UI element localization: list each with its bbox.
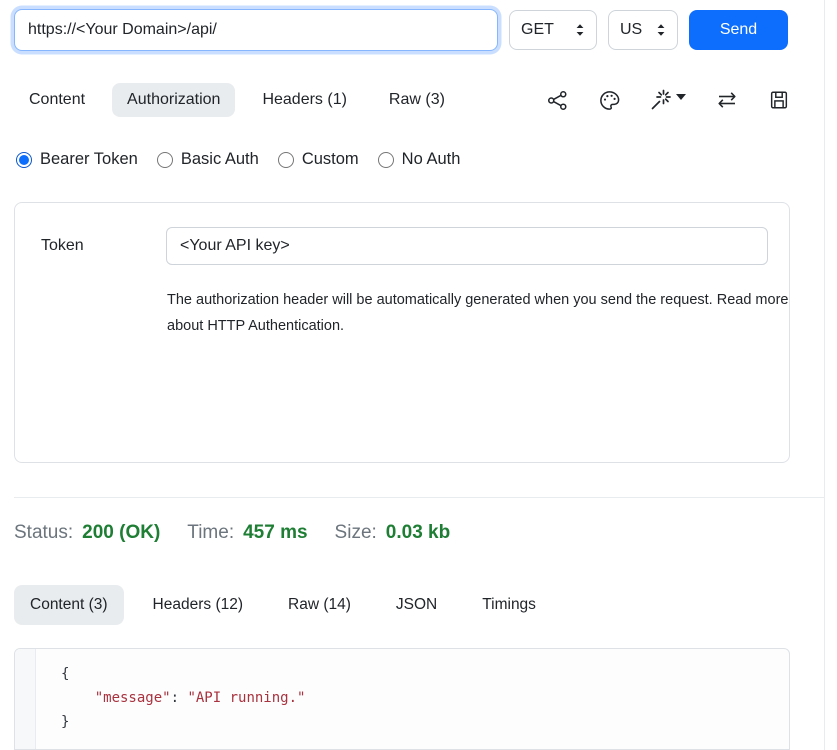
radio-custom[interactable]: Custom: [278, 150, 359, 169]
size-label: Size:: [335, 522, 377, 544]
radio-label: Basic Auth: [181, 150, 259, 169]
send-button[interactable]: Send: [689, 10, 788, 50]
radio-button-icon: [16, 152, 32, 168]
resp-tab-raw[interactable]: Raw (14): [272, 585, 367, 625]
select-updown-icon: [575, 23, 585, 37]
radio-label: No Auth: [402, 150, 461, 169]
method-select-value: GET: [521, 21, 554, 39]
radio-label: Custom: [302, 150, 359, 169]
radio-label: Bearer Token: [40, 150, 138, 169]
json-value: "API running.": [187, 690, 305, 706]
size-value: 0.03 kb: [386, 522, 450, 544]
token-help-line1: The authorization header will be automat…: [167, 287, 788, 313]
request-bar: GET US Send: [14, 9, 790, 51]
token-panel: Token The authorization header will be a…: [14, 202, 790, 463]
resp-tab-headers[interactable]: Headers (12): [137, 585, 259, 625]
radio-button-icon: [378, 152, 394, 168]
swap-arrows-icon[interactable]: [715, 89, 739, 111]
radio-button-icon: [157, 152, 173, 168]
share-nodes-icon[interactable]: [546, 89, 569, 112]
chevron-down-icon: [676, 94, 686, 100]
status-label: Status:: [14, 522, 73, 544]
time-value: 457 ms: [243, 522, 307, 544]
resp-tab-json[interactable]: JSON: [380, 585, 453, 625]
region-select[interactable]: US: [608, 10, 678, 50]
url-input[interactable]: [14, 9, 498, 51]
size-item: Size: 0.03 kb: [335, 522, 451, 544]
radio-no-auth[interactable]: No Auth: [378, 150, 461, 169]
page-right-divider: [824, 0, 825, 750]
token-help-text: The authorization header will be automat…: [167, 287, 788, 339]
json-close-brace: }: [61, 714, 69, 730]
response-summary: Status: 200 (OK) Time: 457 ms Size: 0.03…: [14, 522, 450, 544]
request-tabs: Content Authorization Headers (1) Raw (3…: [14, 83, 460, 117]
auth-type-options: Bearer Token Basic Auth Custom No Auth: [16, 150, 460, 169]
select-updown-icon: [656, 23, 666, 37]
save-icon[interactable]: [768, 89, 790, 111]
status-value: 200 (OK): [82, 522, 160, 544]
response-body-code-block: { "message": "API running." }: [14, 648, 790, 750]
response-tabs: Content (3) Headers (12) Raw (14) JSON T…: [14, 585, 552, 625]
tab-authorization[interactable]: Authorization: [112, 83, 235, 117]
request-tabs-row: Content Authorization Headers (1) Raw (3…: [14, 83, 790, 117]
method-select[interactable]: GET: [509, 10, 597, 50]
json-separator: :: [171, 690, 188, 706]
json-key: "message": [95, 690, 171, 706]
radio-basic-auth[interactable]: Basic Auth: [157, 150, 259, 169]
status-item: Status: 200 (OK): [14, 522, 160, 544]
request-toolbar: [546, 89, 790, 112]
tab-headers[interactable]: Headers (1): [247, 83, 361, 117]
json-open-brace: {: [61, 666, 69, 682]
time-item: Time: 457 ms: [187, 522, 307, 544]
magic-wand-dropdown-icon[interactable]: [650, 89, 686, 111]
time-label: Time:: [187, 522, 234, 544]
response-section-divider: [14, 497, 824, 498]
token-label: Token: [41, 237, 84, 255]
response-json: { "message": "API running." }: [36, 649, 305, 749]
token-input[interactable]: [166, 227, 768, 265]
tab-raw[interactable]: Raw (3): [374, 83, 460, 117]
region-select-value: US: [620, 21, 642, 39]
radio-button-icon: [278, 152, 294, 168]
token-help-line2: about HTTP Authentication.: [167, 313, 788, 339]
code-gutter: [15, 649, 36, 749]
tab-content[interactable]: Content: [14, 83, 100, 117]
resp-tab-content[interactable]: Content (3): [14, 585, 124, 625]
resp-tab-timings[interactable]: Timings: [466, 585, 552, 625]
radio-bearer-token[interactable]: Bearer Token: [16, 150, 138, 169]
palette-icon[interactable]: [598, 89, 621, 112]
